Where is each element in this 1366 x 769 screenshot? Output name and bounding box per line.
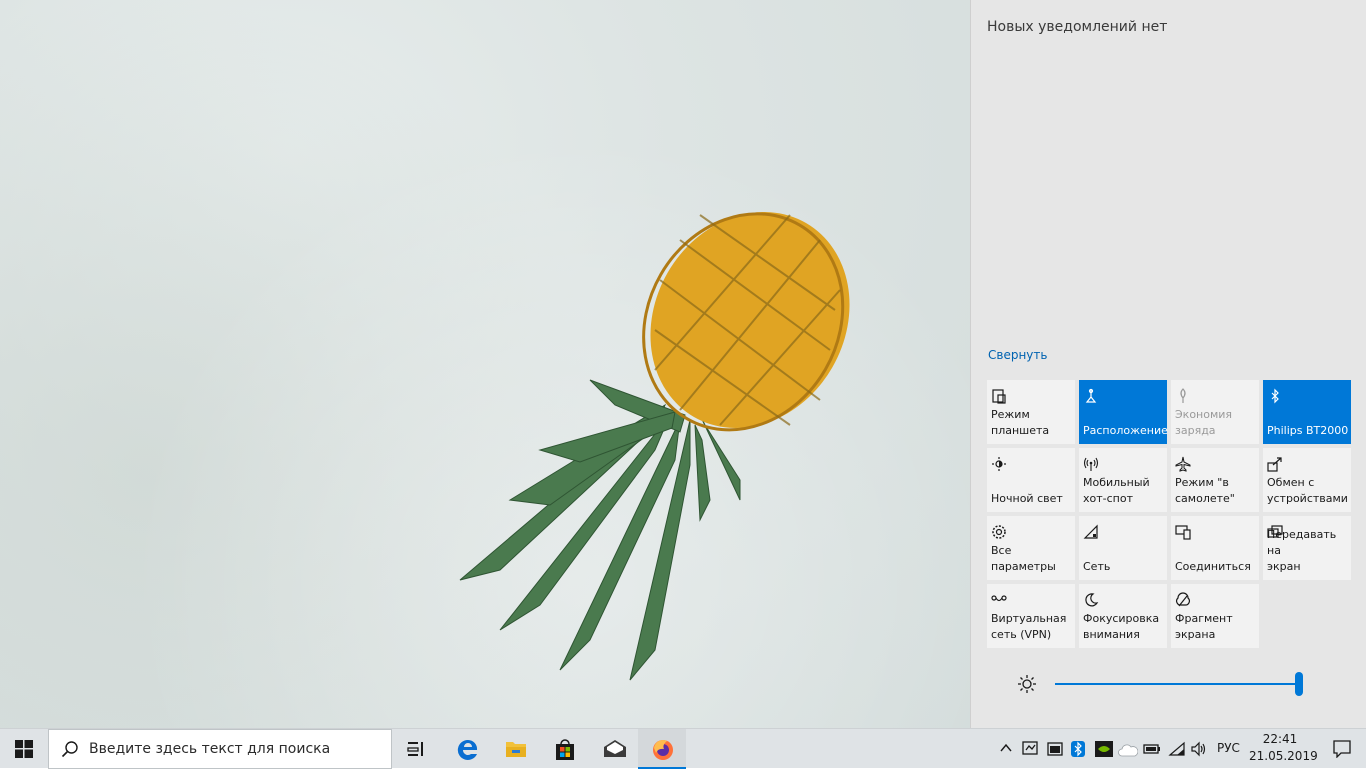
brightness-icon xyxy=(1018,675,1036,693)
quick-action-label: Соединиться xyxy=(1175,560,1251,573)
input-language[interactable]: РУС xyxy=(1217,741,1240,755)
quick-action-label: Фокусировка внимания xyxy=(1083,612,1160,641)
quick-action-label: Обмен с устройствами xyxy=(1267,476,1348,505)
quick-action-label: Сеть xyxy=(1083,560,1111,573)
clock[interactable]: 22:41 21.05.2019 xyxy=(1249,731,1318,765)
task-view-icon xyxy=(407,742,423,756)
battery-icon xyxy=(1143,744,1160,754)
mobile-hotspot-icon xyxy=(1083,457,1099,471)
night-light-icon xyxy=(992,457,1006,471)
nearby-sharing-icon xyxy=(1267,457,1282,472)
edge-icon xyxy=(457,739,478,760)
bluetooth-tray-icon xyxy=(1071,741,1085,757)
tray-battery[interactable] xyxy=(1141,729,1163,769)
tray-volume[interactable] xyxy=(1189,729,1211,769)
wifi-icon xyxy=(1168,741,1185,756)
store-icon xyxy=(556,739,574,760)
no-notifications-text: Новых уведомлений нет xyxy=(987,19,1168,35)
quick-action-tile[interactable]: Philips BT2000 xyxy=(1263,380,1351,444)
tablet-mode-icon xyxy=(992,389,1006,404)
chevron-up-icon xyxy=(1000,743,1012,752)
screen-snip-icon xyxy=(1176,592,1190,607)
quick-action-tile[interactable]: Передавать на экран xyxy=(1263,516,1351,580)
location-icon xyxy=(1085,388,1097,403)
notification-icon xyxy=(1333,740,1351,758)
firefox-app[interactable] xyxy=(638,729,686,769)
tray-wifi[interactable] xyxy=(1166,729,1188,769)
quick-action-tile[interactable]: Ночной свет xyxy=(987,448,1075,512)
edge-app[interactable] xyxy=(443,729,491,769)
tray-app-icon xyxy=(1022,741,1038,755)
bluetooth-icon xyxy=(1271,388,1279,404)
battery-saver-icon xyxy=(1180,388,1186,403)
quick-action-label: Ночной свет xyxy=(991,492,1063,505)
quick-action-tile[interactable]: Виртуальная сеть (VPN) xyxy=(987,584,1075,648)
settings-gear-icon xyxy=(992,525,1006,539)
tray-bluetooth[interactable] xyxy=(1069,729,1087,769)
search-icon xyxy=(61,741,78,758)
quick-action-tile[interactable]: Все параметры xyxy=(987,516,1075,580)
quick-action-tile[interactable]: Фокусировка внимания xyxy=(1079,584,1167,648)
quick-action-label: Мобильный хот-спот xyxy=(1083,476,1150,505)
quick-action-label: Режим "в самолете" xyxy=(1175,476,1235,505)
brightness-slider-thumb[interactable] xyxy=(1295,672,1303,696)
tray-item[interactable] xyxy=(1044,729,1066,769)
mail-icon xyxy=(604,740,626,757)
quick-action-tile[interactable]: Фрагмент экрана xyxy=(1171,584,1259,648)
tray-onedrive[interactable] xyxy=(1117,729,1139,769)
quick-action-tile[interactable]: Расположение xyxy=(1079,380,1168,444)
quick-action-tile[interactable]: Сеть xyxy=(1079,516,1167,580)
quick-action-label: Виртуальная сеть (VPN) xyxy=(991,612,1067,641)
quick-action-label: Экономия заряда xyxy=(1175,408,1233,437)
tray-item[interactable] xyxy=(1020,729,1042,769)
quick-action-label: Все параметры xyxy=(991,544,1056,573)
airplane-icon xyxy=(1175,456,1191,472)
focus-assist-icon xyxy=(1085,593,1099,607)
brightness-slider-track[interactable] xyxy=(1055,683,1299,685)
quick-action-tile[interactable]: Режим планшета xyxy=(987,380,1075,444)
tray-nvidia[interactable] xyxy=(1092,729,1116,769)
store-app[interactable] xyxy=(540,729,588,769)
taskbar: Введите здесь текст для поиска РУС 22:41… xyxy=(0,728,1366,769)
action-center-panel: Новых уведомлений нет Свернуть Режим пла… xyxy=(970,0,1366,728)
quick-action-label: Передавать на экран xyxy=(1267,528,1337,573)
quick-action-tile[interactable]: Обмен с устройствами xyxy=(1263,448,1351,512)
start-button[interactable] xyxy=(0,729,48,769)
speaker-icon xyxy=(1191,741,1206,757)
connect-icon xyxy=(1175,525,1191,540)
network-icon xyxy=(1083,524,1098,539)
firefox-icon xyxy=(653,740,673,760)
quick-action-tile[interactable]: Экономия заряда xyxy=(1171,380,1259,444)
quick-action-tile[interactable]: Режим "в самолете" xyxy=(1171,448,1259,512)
pineapple-image xyxy=(459,211,850,681)
windows-logo-icon xyxy=(15,740,33,758)
quick-action-label: Режим планшета xyxy=(991,408,1050,437)
show-hidden-icons-button[interactable] xyxy=(998,729,1014,769)
collapse-link[interactable]: Свернуть xyxy=(988,348,1047,362)
mail-app[interactable] xyxy=(589,729,637,769)
task-view-button[interactable] xyxy=(392,729,440,769)
action-center-button[interactable] xyxy=(1318,729,1366,769)
clock-date: 21.05.2019 xyxy=(1249,749,1318,763)
quick-action-label: Philips BT2000 xyxy=(1267,424,1349,437)
brightness-control xyxy=(987,668,1353,700)
quick-action-label: Расположение xyxy=(1083,424,1168,437)
file-explorer-app[interactable] xyxy=(491,729,539,769)
search-placeholder: Введите здесь текст для поиска xyxy=(89,741,331,757)
quick-action-tile[interactable]: Соединиться xyxy=(1171,516,1259,580)
file-explorer-icon xyxy=(506,742,526,757)
quick-action-tile[interactable]: Мобильный хот-спот xyxy=(1079,448,1167,512)
cloud-icon xyxy=(1118,744,1138,757)
taskbar-search-box[interactable]: Введите здесь текст для поиска xyxy=(48,729,392,769)
desktop-wallpaper[interactable] xyxy=(0,0,970,728)
nvidia-icon xyxy=(1095,741,1113,757)
quick-action-label: Фрагмент экрана xyxy=(1175,612,1233,641)
vpn-icon xyxy=(991,595,1007,602)
window-tray-icon xyxy=(1047,742,1063,756)
quick-actions-grid: Режим планшета Расположение Экономия заряд… xyxy=(987,380,1353,648)
clock-time: 22:41 xyxy=(1262,732,1298,746)
